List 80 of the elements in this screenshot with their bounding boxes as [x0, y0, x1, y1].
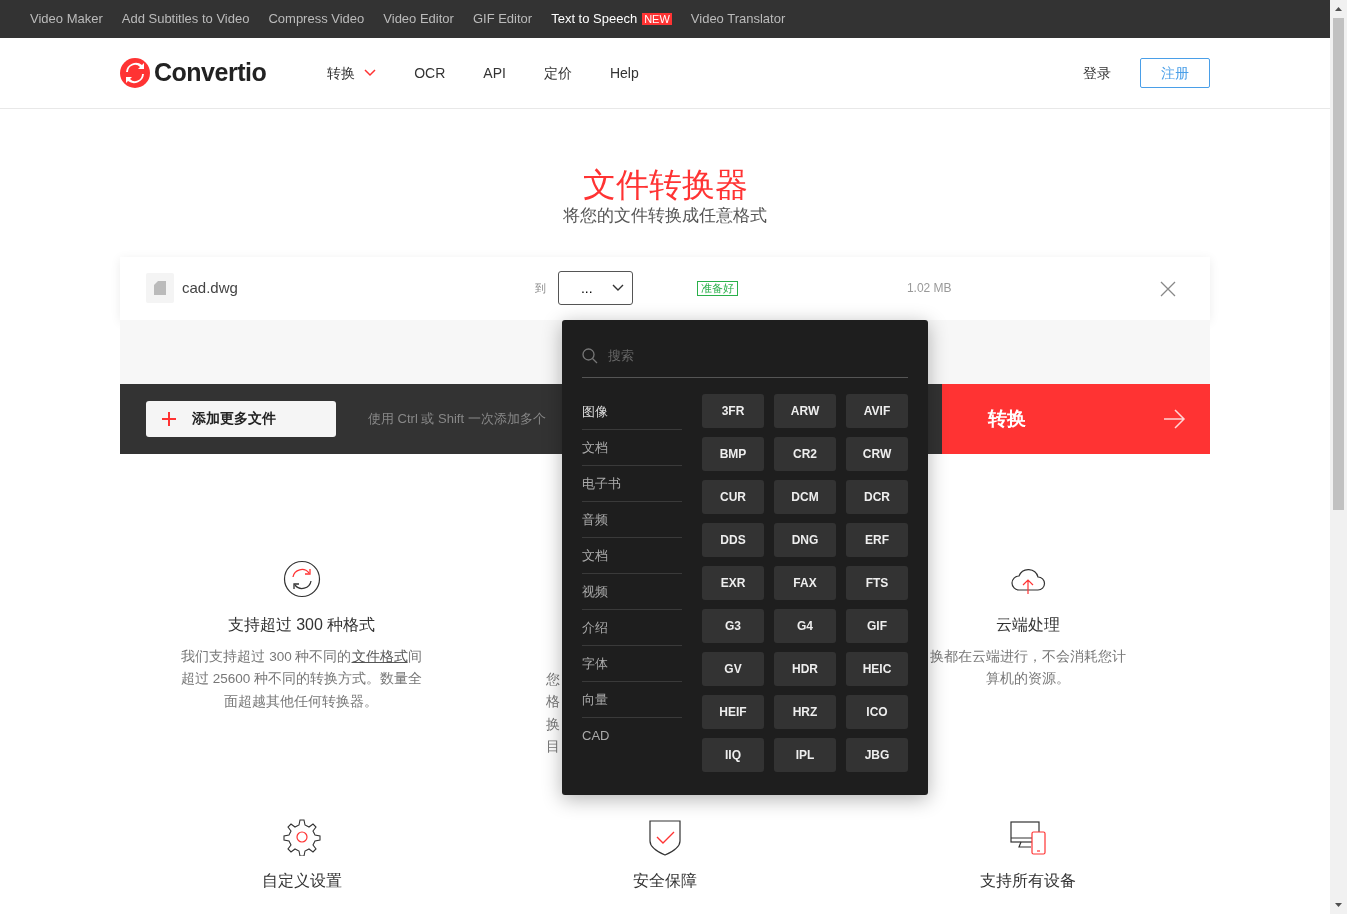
feature-description: 我们支持超过 300 种不同的文件格式间 超过 25600 种不同的转换方式。数量全 面超越其他任何转换器。: [180, 647, 422, 711]
feature-title: 支持超过 300 种格式: [227, 614, 376, 635]
feature-description: 您 格 换 目: [546, 670, 560, 757]
format-button[interactable]: AVIF: [846, 394, 908, 428]
chevron-down-icon: [611, 284, 624, 293]
category-item[interactable]: 介绍: [582, 610, 682, 646]
format-select[interactable]: ...: [557, 271, 633, 306]
feature-title: 安全保障: [632, 870, 697, 891]
format-button[interactable]: CUR: [702, 480, 764, 514]
format-button[interactable]: FTS: [846, 566, 908, 600]
feature-title: 自定义设置: [261, 870, 342, 891]
hero-title: 文件转换器: [582, 167, 748, 204]
login-link[interactable]: 登录: [1083, 62, 1111, 84]
category-item[interactable]: 文档: [582, 430, 682, 466]
format-button[interactable]: IIQ: [702, 738, 764, 772]
format-button[interactable]: DNG: [774, 523, 836, 557]
format-button[interactable]: HEIF: [702, 695, 764, 729]
format-button[interactable]: G3: [702, 609, 764, 643]
top-link[interactable]: GIF Editor: [472, 9, 533, 29]
category-item[interactable]: CAD: [582, 718, 682, 754]
top-link[interactable]: Video Editor: [383, 9, 454, 29]
top-link[interactable]: Video Maker: [30, 9, 103, 29]
category-item[interactable]: 音频: [582, 502, 682, 538]
format-button[interactable]: IPL: [774, 738, 836, 772]
search-field[interactable]: 搜索: [606, 344, 856, 367]
format-button[interactable]: ARW: [774, 394, 836, 428]
category-item[interactable]: 电子书: [582, 466, 682, 502]
category-item[interactable]: 文档: [582, 538, 682, 574]
file-icon: [146, 273, 174, 304]
chevron-down-icon: [364, 69, 377, 77]
nav-link[interactable]: 定价: [543, 62, 572, 84]
sync-icon: [282, 559, 321, 598]
nav-link[interactable]: Help: [609, 62, 639, 84]
category-item[interactable]: 字体: [582, 646, 682, 682]
format-button[interactable]: DCR: [846, 480, 908, 514]
file-size: 1.02 MB: [906, 280, 952, 298]
nav-link[interactable]: OCR: [414, 62, 446, 84]
top-link[interactable]: Add Subtitles to Video: [121, 9, 250, 29]
format-button[interactable]: BMP: [702, 437, 764, 471]
format-button[interactable]: JBG: [846, 738, 908, 772]
format-button[interactable]: FAX: [774, 566, 836, 600]
top-link[interactable]: Compress Video: [268, 9, 365, 29]
to-label: 到: [534, 281, 546, 297]
format-button[interactable]: CRW: [846, 437, 908, 471]
format-button[interactable]: ICO: [846, 695, 908, 729]
format-button[interactable]: HDR: [774, 652, 836, 686]
file-name: cad.dwg: [182, 278, 238, 299]
category-item[interactable]: 向量: [582, 682, 682, 718]
nav-link[interactable]: API: [483, 62, 506, 84]
convert-button[interactable]: 转换: [942, 383, 1210, 454]
format-button[interactable]: 3FR: [702, 394, 764, 428]
top-link[interactable]: Text to Speech NEW: [551, 9, 672, 29]
new-badge: NEW: [642, 13, 672, 26]
format-button[interactable]: GIF: [846, 609, 908, 643]
category-item[interactable]: 图像: [582, 394, 682, 430]
format-button[interactable]: GV: [702, 652, 764, 686]
logo-text: Convertio: [154, 57, 267, 89]
category-item[interactable]: 视频: [582, 574, 682, 610]
format-button[interactable]: CR2: [774, 437, 836, 471]
top-link[interactable]: Video Translator: [690, 9, 786, 29]
feature-description: 换都在云端进行，不会消耗您计 算机的资源。: [929, 647, 1126, 689]
nav-link[interactable]: 转换: [327, 62, 377, 84]
hero-subtitle: 将您的文件转换成任意格式: [563, 205, 767, 228]
search-icon: [582, 347, 598, 364]
link[interactable]: 文件格式: [351, 648, 408, 664]
status-badge: 准备好: [696, 280, 738, 296]
plus-icon: [162, 411, 176, 426]
format-button[interactable]: ERF: [846, 523, 908, 557]
gear-icon: [282, 817, 321, 856]
format-button[interactable]: G4: [774, 609, 836, 643]
feature-title: 云端处理: [995, 614, 1060, 635]
logo-icon: [120, 58, 150, 88]
format-button[interactable]: EXR: [702, 566, 764, 600]
feature-title: 支持所有设备: [979, 870, 1076, 891]
format-button[interactable]: DCM: [774, 480, 836, 514]
add-files-button[interactable]: 添加更多文件: [146, 400, 336, 437]
format-button[interactable]: HRZ: [774, 695, 836, 729]
format-button[interactable]: HEIC: [846, 652, 908, 686]
format-button[interactable]: DDS: [702, 523, 764, 557]
arrow-right-icon: [1164, 408, 1186, 429]
